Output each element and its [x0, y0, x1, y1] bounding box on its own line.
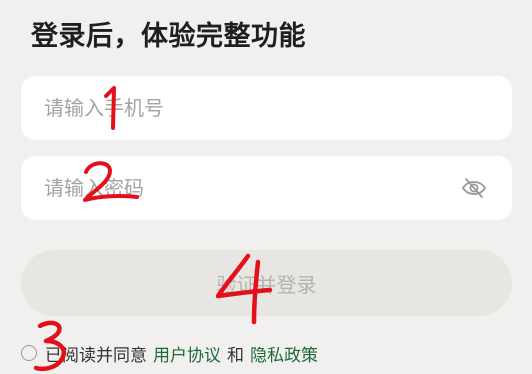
privacy-policy-link[interactable]: 隐私政策 [250, 341, 318, 366]
user-agreement-link[interactable]: 用户协议 [153, 341, 221, 366]
agreement-prefix: 已阅读并同意 [45, 345, 147, 366]
verify-login-button[interactable]: 验证并登录 [21, 250, 512, 316]
agreement-conjunction: 和 [227, 345, 244, 366]
password-field[interactable] [21, 156, 512, 220]
agreement-checkbox[interactable] [21, 345, 37, 361]
phone-input[interactable] [44, 76, 444, 140]
agreement-row: 已阅读并同意 用户协议 和 隐私政策 [21, 340, 318, 366]
page-title: 登录后，体验完整功能 [31, 21, 306, 52]
phone-field[interactable] [21, 76, 512, 140]
eye-off-icon[interactable] [460, 175, 488, 201]
password-input[interactable] [44, 156, 444, 220]
